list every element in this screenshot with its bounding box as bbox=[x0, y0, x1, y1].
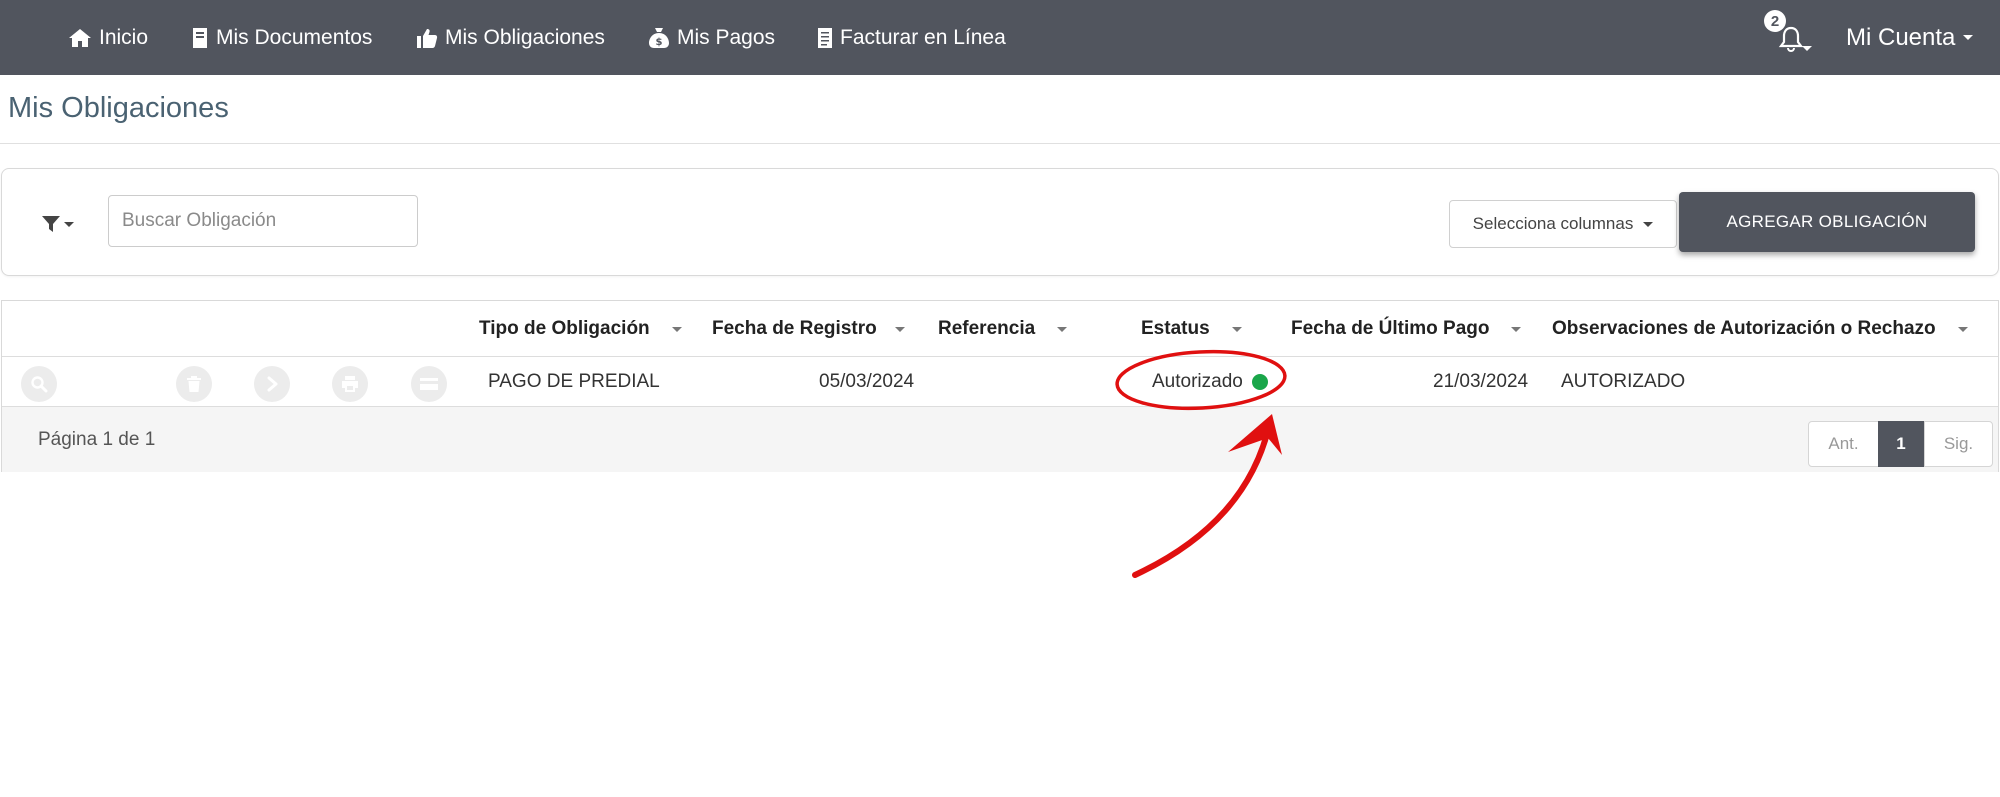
filter-icon bbox=[42, 216, 60, 232]
column-header-fecha-ultimo-pago[interactable]: Fecha de Último Pago bbox=[1291, 301, 1522, 357]
nav-item-facturar[interactable]: Facturar en Línea bbox=[817, 0, 1006, 75]
column-header-tipo[interactable]: Tipo de Obligación bbox=[479, 301, 682, 357]
pagination-prev-button[interactable]: Ant. bbox=[1808, 421, 1879, 467]
table-footer: Página 1 de 1 Ant. 1 Sig. bbox=[2, 407, 1998, 472]
chevron-down-icon bbox=[1963, 35, 1974, 40]
page-title: Mis Obligaciones bbox=[8, 92, 229, 124]
cell-fecha-ultimo-pago: 21/03/2024 bbox=[1433, 371, 1529, 392]
sort-caret-icon bbox=[671, 326, 682, 332]
status-label: Autorizado bbox=[1152, 371, 1243, 392]
trash-icon bbox=[187, 376, 201, 392]
notifications-button[interactable]: 2 bbox=[1762, 10, 1812, 60]
column-header-observaciones[interactable]: Observaciones de Autorización o Rechazo bbox=[1552, 301, 1968, 357]
sort-caret-icon bbox=[1957, 326, 1968, 332]
column-selector[interactable]: Selecciona columnas bbox=[1449, 200, 1677, 248]
top-navbar: Inicio Mis Documentos Mis Obligaciones $… bbox=[0, 0, 2000, 75]
thumbs-up-icon bbox=[417, 28, 438, 48]
table-header: Tipo de Obligación Fecha de Registro Ref… bbox=[2, 301, 1998, 357]
nav-item-label: Mis Documentos bbox=[216, 25, 373, 49]
nav-item-inicio[interactable]: Inicio bbox=[68, 0, 148, 75]
column-header-label: Referencia bbox=[938, 318, 1036, 339]
nav-item-label: Mis Pagos bbox=[677, 25, 776, 49]
toolbar-card: Selecciona columnas AGREGAR OBLIGACIÓN bbox=[1, 168, 1999, 276]
nav-item-label: Inicio bbox=[99, 25, 149, 49]
search-icon bbox=[31, 376, 48, 393]
obligations-table: Tipo de Obligación Fecha de Registro Ref… bbox=[1, 300, 1999, 472]
view-row-button[interactable] bbox=[21, 366, 57, 402]
nav-item-mis-obligaciones[interactable]: Mis Obligaciones bbox=[416, 0, 605, 75]
status-dot-icon bbox=[1251, 374, 1268, 390]
cell-estatus: Autorizado bbox=[1152, 357, 1268, 407]
account-label: Mi Cuenta bbox=[1846, 23, 1956, 51]
chevron-down-icon bbox=[1643, 221, 1654, 227]
arrow-right-icon bbox=[267, 376, 278, 392]
nav-item-mis-documentos[interactable]: Mis Documentos bbox=[191, 0, 372, 75]
print-icon bbox=[342, 376, 358, 392]
column-header-label: Estatus bbox=[1141, 318, 1210, 339]
nav-item-mis-pagos[interactable]: $ Mis Pagos bbox=[648, 0, 775, 75]
nav-item-label: Facturar en Línea bbox=[840, 25, 1006, 49]
page-info: Página 1 de 1 bbox=[38, 428, 156, 450]
notification-count-badge: 2 bbox=[1764, 10, 1786, 32]
sort-caret-icon bbox=[1511, 326, 1522, 332]
column-header-label: Observaciones de Autorización o Rechazo bbox=[1552, 318, 1936, 339]
open-row-button[interactable] bbox=[254, 366, 290, 402]
chevron-down-icon bbox=[64, 221, 74, 227]
divider bbox=[0, 143, 2000, 144]
add-obligation-button[interactable]: AGREGAR OBLIGACIÓN bbox=[1679, 192, 1975, 252]
print-row-button[interactable] bbox=[332, 366, 368, 402]
column-header-label: Tipo de Obligación bbox=[479, 318, 650, 339]
delete-row-button[interactable] bbox=[176, 366, 212, 402]
sort-caret-icon bbox=[894, 326, 905, 332]
home-icon bbox=[69, 28, 91, 47]
column-header-fecha-registro[interactable]: Fecha de Registro bbox=[712, 301, 905, 357]
table-row[interactable]: PAGO DE PREDIAL 05/03/2024 Autorizado 21… bbox=[2, 357, 1998, 407]
account-menu[interactable]: Mi Cuenta bbox=[1846, 0, 1974, 75]
svg-text:$: $ bbox=[656, 37, 663, 48]
sort-caret-icon bbox=[1057, 326, 1068, 332]
sort-caret-icon bbox=[1231, 326, 1242, 332]
pagination-next-button[interactable]: Sig. bbox=[1924, 421, 1993, 467]
book-icon bbox=[193, 27, 207, 48]
pagination-current-page[interactable]: 1 bbox=[1878, 421, 1924, 467]
column-header-label: Fecha de Último Pago bbox=[1291, 318, 1490, 339]
column-header-label: Fecha de Registro bbox=[712, 318, 877, 339]
column-selector-label: Selecciona columnas bbox=[1472, 214, 1634, 233]
card-icon bbox=[420, 378, 438, 390]
filter-button[interactable] bbox=[42, 209, 82, 239]
cell-fecha-registro: 05/03/2024 bbox=[819, 371, 915, 392]
pay-row-button[interactable] bbox=[411, 366, 447, 402]
receipt-icon bbox=[818, 27, 832, 48]
money-bag-icon: $ bbox=[649, 27, 669, 48]
cell-tipo: PAGO DE PREDIAL bbox=[488, 371, 660, 392]
cell-observaciones: AUTORIZADO bbox=[1561, 371, 1686, 392]
column-header-referencia[interactable]: Referencia bbox=[938, 301, 1068, 357]
chevron-down-icon bbox=[1802, 46, 1812, 51]
column-header-estatus[interactable]: Estatus bbox=[1141, 301, 1242, 357]
search-input[interactable] bbox=[108, 195, 418, 247]
nav-item-label: Mis Obligaciones bbox=[445, 25, 605, 49]
